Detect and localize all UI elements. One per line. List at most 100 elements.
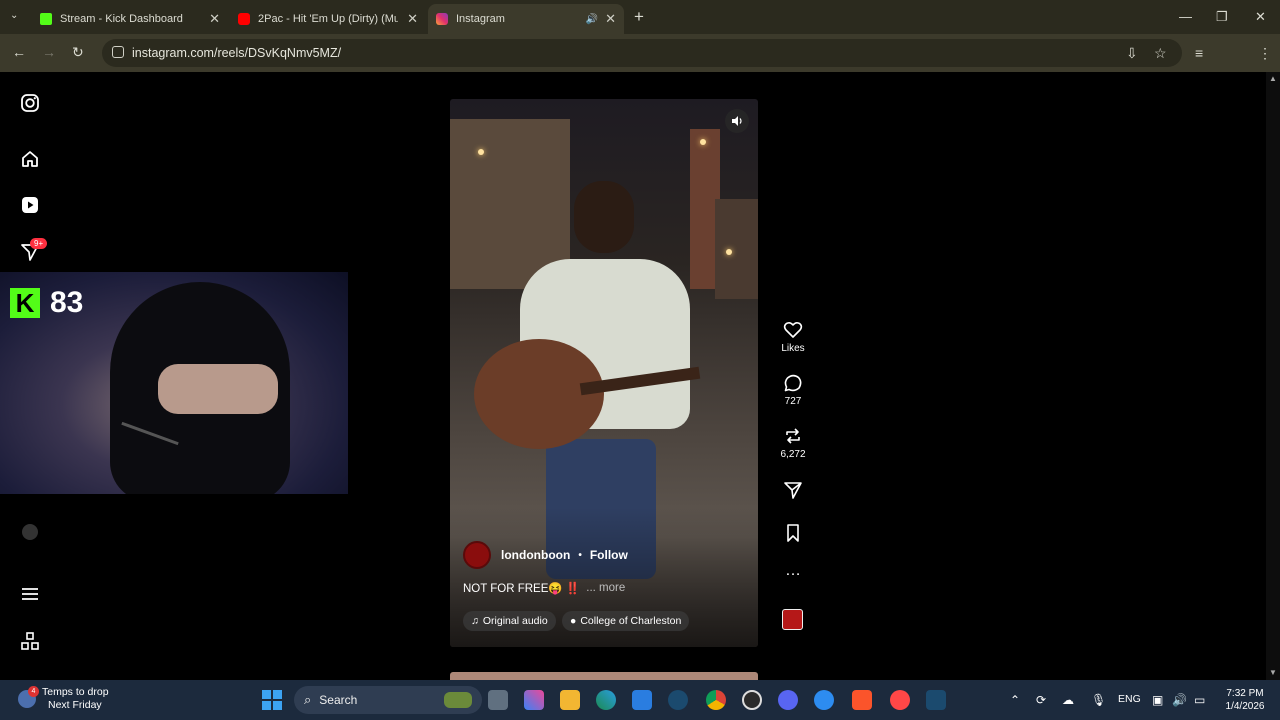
copilot-icon[interactable] — [524, 690, 544, 710]
network-icon[interactable]: ▣ — [1152, 693, 1163, 707]
caption-more-link[interactable]: ... more — [586, 582, 625, 594]
volume-icon[interactable]: 🔊 — [1172, 693, 1187, 707]
site-info-icon[interactable] — [112, 46, 124, 58]
tray-overflow-icon[interactable]: ⌃ — [1010, 693, 1020, 707]
ea-icon[interactable] — [890, 690, 910, 710]
instagram-page: 9+ K 83 londonboon • Follow NOT FOR FREE… — [0, 72, 1280, 680]
street-light — [726, 249, 732, 255]
instagram-favicon-icon — [436, 13, 448, 25]
original-audio-chip[interactable]: ♫ Original audio — [463, 611, 556, 631]
start-button[interactable] — [262, 690, 282, 710]
mute-button[interactable] — [725, 109, 749, 133]
discord-icon[interactable] — [778, 690, 798, 710]
windows-logo-pane — [273, 701, 282, 710]
caption-text: NOT FOR FREE😝 ‼️ — [463, 583, 581, 595]
taskbar-search[interactable]: ⌕ Search — [294, 686, 482, 714]
home-icon[interactable] — [20, 149, 40, 169]
file-explorer-icon[interactable] — [560, 690, 580, 710]
page-scrollbar[interactable]: ▲ ▼ — [1266, 72, 1280, 680]
also-from-meta-icon[interactable] — [20, 631, 40, 651]
restore-button[interactable]: ❐ — [1216, 9, 1228, 25]
notification-badge: 9+ — [30, 238, 48, 249]
sync-icon[interactable]: ⟳ — [1036, 693, 1046, 707]
tab-title: Instagram — [456, 13, 505, 25]
kick-favicon-icon — [40, 13, 52, 25]
microphone-icon[interactable]: 🎙 — [1091, 693, 1106, 707]
chrome-icon[interactable] — [706, 690, 726, 710]
author-username[interactable]: londonboon — [501, 548, 570, 562]
webcam-overlay: K 83 — [0, 272, 348, 494]
audio-label: Original audio — [482, 615, 548, 627]
repost-icon — [786, 428, 800, 444]
music-note-icon: ♫ — [471, 615, 479, 627]
comment-button[interactable]: 727 — [778, 373, 808, 407]
weather-widget[interactable]: 4 Temps to drop Next Friday — [18, 686, 109, 712]
tab-instagram[interactable]: Instagram 🔊 ✕ — [428, 4, 624, 34]
scroll-up-icon[interactable]: ▲ — [1269, 74, 1277, 83]
youtube-favicon-icon — [238, 13, 250, 25]
install-app-icon[interactable]: ⇩ — [1126, 45, 1138, 62]
tab-youtube[interactable]: 2Pac - Hit 'Em Up (Dirty) (Music ✕ — [230, 4, 426, 34]
edge-icon[interactable] — [596, 690, 616, 710]
reel-video[interactable]: londonboon • Follow NOT FOR FREE😝 ‼️ ...… — [450, 99, 758, 647]
comments-count: 727 — [784, 396, 802, 407]
language-indicator[interactable]: ENG — [1118, 693, 1141, 705]
address-bar[interactable]: instagram.com/reels/DSvKqNmv5MZ/ — [102, 39, 1182, 67]
browser-menu-icon[interactable]: ⋮ — [1258, 45, 1272, 62]
tab-close-icon[interactable]: ✕ — [605, 11, 616, 27]
save-button[interactable] — [778, 523, 808, 546]
volume-icon — [732, 116, 742, 126]
more-options-button[interactable]: … — [778, 562, 808, 580]
repost-button[interactable]: 6,272 — [778, 426, 808, 460]
tab-close-icon[interactable]: ✕ — [407, 11, 418, 27]
windows-logo-pane — [273, 690, 282, 699]
back-button[interactable]: ← — [12, 44, 26, 60]
kick-logo-icon: K — [10, 288, 40, 318]
cloud-icon[interactable]: ☁ — [1062, 693, 1074, 707]
search-highlight-icon — [444, 692, 472, 708]
like-button[interactable]: Likes — [778, 320, 808, 354]
tab-close-icon[interactable]: ✕ — [209, 11, 220, 27]
system-clock[interactable]: 7:32 PM 1/4/2026 — [1220, 687, 1270, 713]
new-tab-button[interactable]: + — [634, 7, 644, 27]
tab-audio-icon[interactable]: 🔊 — [586, 14, 598, 25]
author-avatar[interactable] — [463, 541, 491, 569]
audio-thumbnail[interactable] — [782, 609, 803, 630]
steam-icon[interactable] — [926, 690, 946, 710]
reading-list-icon[interactable]: ≡ — [1195, 45, 1203, 61]
store-icon[interactable] — [632, 690, 652, 710]
close-window-button[interactable]: ✕ — [1255, 9, 1266, 25]
location-pin-icon: ● — [570, 615, 577, 627]
battery-icon[interactable]: ▭ — [1194, 693, 1205, 707]
bookmark-star-icon[interactable]: ☆ — [1154, 45, 1167, 62]
windows-logo-pane — [262, 701, 271, 710]
windows-logo-pane — [262, 690, 271, 699]
comment-icon — [784, 374, 802, 392]
instagram-logo-icon[interactable] — [20, 93, 40, 113]
more-menu-icon[interactable] — [20, 584, 40, 604]
steam-icon[interactable] — [668, 690, 688, 710]
tab-list-dropdown-icon[interactable]: ⌄ — [10, 10, 18, 21]
reload-button[interactable]: ↻ — [72, 44, 84, 61]
tab-title: Stream - Kick Dashboard — [60, 13, 183, 25]
share-button[interactable] — [778, 480, 808, 503]
send-icon — [784, 482, 802, 499]
obs-icon[interactable] — [742, 690, 762, 710]
separator-dot: • — [578, 549, 582, 561]
brave-icon[interactable] — [852, 690, 872, 710]
forward-button[interactable]: → — [42, 44, 56, 60]
reel-caption: NOT FOR FREE😝 ‼️ ... more — [463, 581, 625, 595]
profile-avatar[interactable] — [22, 524, 38, 540]
scroll-down-icon[interactable]: ▼ — [1269, 668, 1277, 677]
next-reel-preview[interactable] — [450, 672, 758, 680]
reels-icon[interactable] — [20, 195, 40, 215]
tab-strip: ⌄ Stream - Kick Dashboard ✕ 2Pac - Hit '… — [0, 0, 1280, 34]
app-icon[interactable] — [814, 690, 834, 710]
follow-button[interactable]: Follow — [590, 548, 628, 562]
location-chip[interactable]: ● College of Charleston — [562, 611, 690, 631]
minimize-button[interactable]: — — [1179, 9, 1192, 24]
weather-subtitle: Next Friday — [48, 699, 102, 711]
tab-kick-dashboard[interactable]: Stream - Kick Dashboard ✕ — [32, 4, 228, 34]
task-view-icon[interactable] — [488, 690, 508, 710]
tab-title: 2Pac - Hit 'Em Up (Dirty) (Music — [258, 13, 398, 25]
